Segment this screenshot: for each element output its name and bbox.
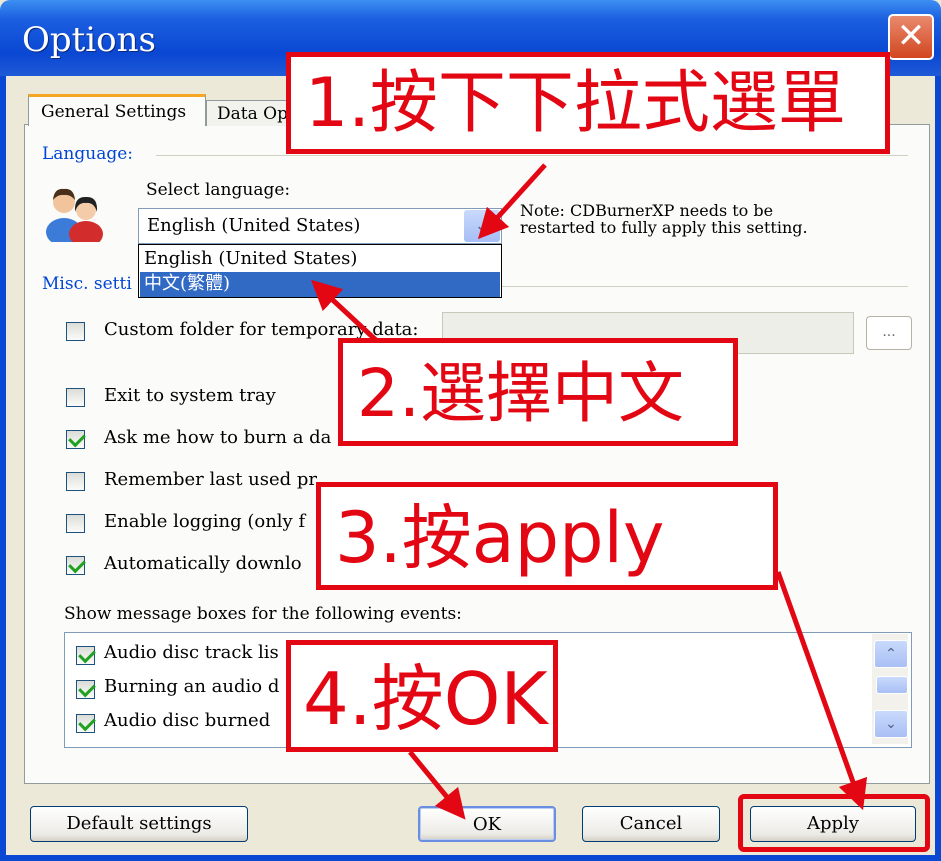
annotation-step4: 4.按OK — [286, 640, 558, 752]
annotation-step1: 1.按下下拉式選單 — [286, 52, 890, 154]
annotation-step3: 3.按apply — [316, 482, 778, 590]
arrow-step1 — [477, 163, 547, 240]
arrow-step3 — [775, 571, 868, 811]
annotation-step2: 2.選擇中文 — [338, 338, 738, 446]
arrow-step4 — [408, 750, 466, 820]
arrow-step2 — [311, 279, 380, 344]
apply-highlight — [738, 794, 930, 852]
